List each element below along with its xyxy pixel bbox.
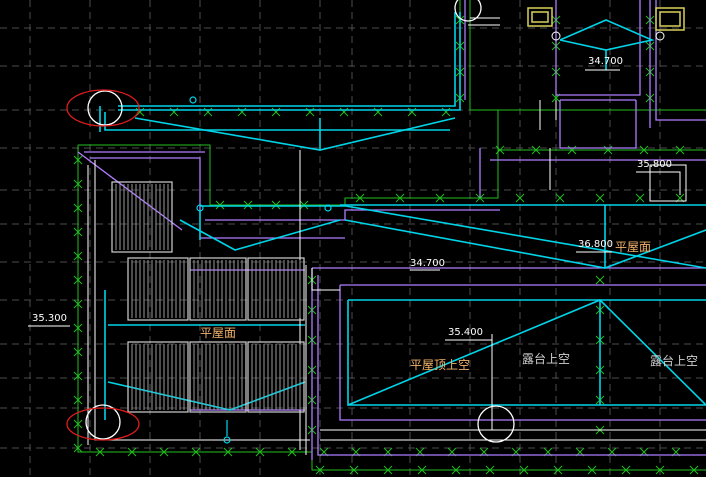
- terrace-empty-label-2: 露台上空: [650, 354, 699, 368]
- elevation-label-35400: 35.400: [448, 327, 483, 338]
- roof-top-empty-label: 平屋顶上空: [410, 358, 471, 372]
- elevation-label-34700-top: 34.700: [588, 56, 623, 67]
- roof-label-right: 平屋面: [615, 240, 652, 254]
- window-hatch-icon: [189, 257, 247, 321]
- elevation-label-35300: 35.300: [32, 313, 67, 324]
- elevation-label-35800: 35.800: [637, 159, 672, 170]
- elevation-label-34700-mid: 34.700: [410, 258, 445, 269]
- elevation-label-36800: 36.800: [578, 239, 613, 250]
- terrace-empty-label-1: 露台上空: [522, 352, 571, 366]
- window-hatch-icon: [247, 341, 305, 413]
- window-hatch-icon: [189, 341, 247, 413]
- window-hatch-icon: [247, 257, 305, 321]
- roof-label-left: 平屋面: [200, 326, 237, 340]
